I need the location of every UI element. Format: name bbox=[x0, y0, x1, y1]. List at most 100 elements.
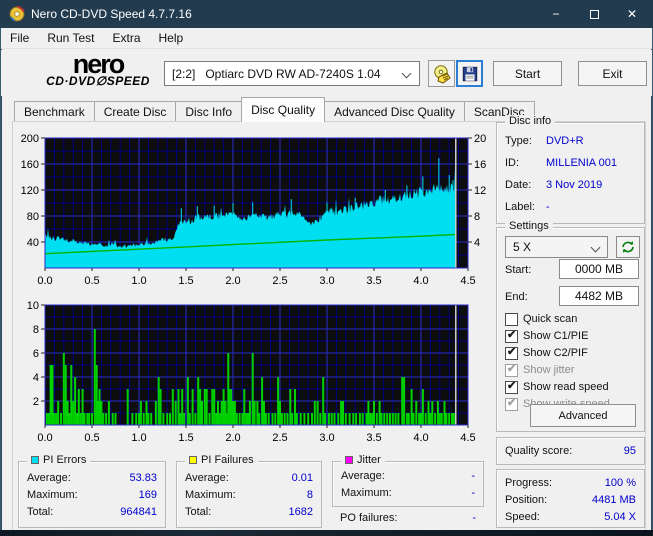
pi-errors-chart: 40 80 120 160 200 4 8 12 16 20 0.0 0.5 1.0 1.5 2.0 2.5 3… bbox=[21, 133, 487, 287]
start-position-field[interactable] bbox=[559, 259, 639, 279]
maximize-button[interactable] bbox=[575, 0, 613, 28]
save-icon bbox=[462, 66, 477, 81]
quality-score-box: Quality score: 95 bbox=[496, 437, 645, 465]
refresh-button[interactable] bbox=[616, 236, 640, 258]
speed-label: Speed: bbox=[505, 511, 540, 523]
eject-disc-button[interactable] bbox=[428, 60, 455, 87]
tab-disc-info[interactable]: Disc Info bbox=[175, 101, 243, 122]
disc-date-label: Date: bbox=[505, 179, 532, 191]
save-button[interactable] bbox=[456, 60, 483, 87]
speed-selector[interactable]: 5 X bbox=[505, 236, 608, 258]
toolbar: nero CD·DVD∅SPEED [2:2] Optiarc DVD RW A… bbox=[1, 50, 652, 96]
checkbox-show-c1-pie[interactable]: ✔ Show C1/PIE bbox=[505, 329, 588, 343]
pi-errors-maximum: 169 bbox=[138, 489, 157, 501]
svg-text:0.5: 0.5 bbox=[84, 275, 99, 287]
progress-label: Progress: bbox=[505, 477, 553, 489]
position-label: Position: bbox=[505, 494, 548, 506]
quality-score-value: 95 bbox=[623, 445, 636, 457]
svg-text:12: 12 bbox=[474, 185, 486, 197]
svg-text:2: 2 bbox=[33, 396, 39, 408]
advanced-button[interactable]: Advanced bbox=[530, 404, 636, 427]
svg-text:2.5: 2.5 bbox=[272, 275, 287, 287]
menu-help[interactable]: Help bbox=[150, 29, 193, 47]
svg-text:120: 120 bbox=[21, 185, 39, 197]
disc-info-group: Disc info Type: DVD+R ID: MILLENIA 001 Dat… bbox=[496, 115, 645, 224]
svg-text:1.0: 1.0 bbox=[131, 275, 146, 287]
checkbox-icon: ✔ bbox=[505, 345, 518, 360]
start-button[interactable]: Start bbox=[493, 61, 562, 86]
disc-type-label: Type: bbox=[505, 135, 532, 147]
svg-text:20: 20 bbox=[474, 133, 486, 145]
disc-hand-icon bbox=[433, 64, 451, 84]
pi-failures-title: PI Failures bbox=[201, 454, 254, 466]
tab-advanced-disc-quality[interactable]: Advanced Disc Quality bbox=[324, 101, 465, 122]
pi-failures-total: 1682 bbox=[288, 506, 313, 518]
jitter-stats-box: Jitter Average: - Maximum: - bbox=[332, 454, 484, 507]
svg-text:4.5: 4.5 bbox=[460, 275, 475, 287]
drive-selector[interactable]: [2:2] Optiarc DVD RW AD-7240S 1.04 bbox=[164, 61, 420, 86]
menu-bar: File Run Test Extra Help bbox=[1, 28, 652, 49]
tab-create-disc[interactable]: Create Disc bbox=[93, 101, 177, 122]
tab-benchmark[interactable]: Benchmark bbox=[14, 101, 95, 122]
checkbox-icon bbox=[505, 312, 518, 326]
title-bar: Nero CD-DVD Speed 4.7.7.16 − ✕ bbox=[0, 0, 653, 28]
pi-failures-legend-icon bbox=[189, 456, 197, 464]
pi-errors-total: 964841 bbox=[120, 506, 157, 518]
svg-text:2.0: 2.0 bbox=[225, 432, 240, 444]
svg-text:4: 4 bbox=[474, 237, 480, 249]
disc-date-value: 3 Nov 2019 bbox=[546, 179, 603, 191]
svg-text:3.5: 3.5 bbox=[366, 275, 381, 287]
app-icon bbox=[9, 6, 25, 22]
jitter-maximum: - bbox=[471, 487, 475, 499]
disc-id-label: ID: bbox=[505, 157, 520, 169]
jitter-average: - bbox=[471, 470, 475, 482]
tab-disc-quality[interactable]: Disc Quality bbox=[241, 97, 326, 122]
svg-text:3.5: 3.5 bbox=[366, 432, 381, 444]
progress-value: 100 % bbox=[604, 477, 636, 489]
disc-label-value: - bbox=[546, 201, 550, 213]
window-title: Nero CD-DVD Speed 4.7.7.16 bbox=[31, 7, 192, 21]
jitter-legend-icon bbox=[345, 456, 353, 464]
chevron-down-icon bbox=[590, 242, 601, 253]
disc-info-title: Disc info bbox=[505, 115, 556, 127]
end-position-label: End: bbox=[505, 291, 528, 303]
pi-failures-chart: 2 4 6 8 10 0.0 0.5 1.0 1.5 2.0 2.5 3.0 3.5 4.0 4.5 bbox=[27, 300, 476, 444]
menu-file[interactable]: File bbox=[1, 29, 38, 47]
svg-text:80: 80 bbox=[27, 211, 39, 223]
svg-text:4.0: 4.0 bbox=[413, 432, 428, 444]
checkbox-icon: ✔ bbox=[505, 328, 518, 343]
nero-logo: nero CD·DVD∅SPEED bbox=[46, 49, 150, 88]
settings-group: Settings 5 X Start: End: Quick scan ✔Sho… bbox=[496, 220, 645, 432]
svg-text:40: 40 bbox=[27, 237, 39, 249]
svg-text:0.0: 0.0 bbox=[37, 275, 52, 287]
svg-text:3.0: 3.0 bbox=[319, 275, 334, 287]
po-failures-label: PO failures: bbox=[340, 512, 398, 524]
svg-text:200: 200 bbox=[21, 133, 39, 145]
checkbox-show-read-speed[interactable]: ✔ Show read speed bbox=[505, 380, 609, 394]
menu-extra[interactable]: Extra bbox=[103, 29, 149, 47]
svg-text:8: 8 bbox=[474, 211, 480, 223]
maximize-icon bbox=[589, 9, 599, 19]
pi-errors-stats-box: PI Errors Average: 53.83 Maximum: 169 Tota… bbox=[18, 454, 166, 528]
checkbox-show-jitter: ✔ Show jitter bbox=[505, 362, 575, 377]
exit-button[interactable]: Exit bbox=[578, 61, 647, 86]
menu-run-test[interactable]: Run Test bbox=[38, 29, 103, 47]
disc-label-label: Label: bbox=[505, 201, 535, 213]
checkbox-show-c2-pif[interactable]: ✔ Show C2/PIF bbox=[505, 346, 588, 360]
svg-text:4.5: 4.5 bbox=[460, 432, 475, 444]
svg-text:1.5: 1.5 bbox=[178, 432, 193, 444]
svg-text:1.5: 1.5 bbox=[178, 275, 193, 287]
minimize-button[interactable]: − bbox=[537, 0, 575, 28]
pi-failures-stats-box: PI Failures Average: 0.01 Maximum: 8 Total… bbox=[176, 454, 322, 528]
app-window: Nero CD-DVD Speed 4.7.7.16 − ✕ File Run … bbox=[0, 0, 653, 536]
checkbox-icon: ✔ bbox=[505, 379, 518, 394]
window-bottom-edge bbox=[0, 530, 653, 536]
refresh-icon bbox=[622, 241, 634, 253]
close-button[interactable]: ✕ bbox=[613, 0, 651, 28]
end-position-field[interactable] bbox=[559, 286, 639, 306]
jitter-title: Jitter bbox=[357, 454, 381, 466]
checkbox-quick-scan[interactable]: Quick scan bbox=[505, 312, 577, 326]
svg-text:4: 4 bbox=[33, 372, 39, 384]
disc-type-value: DVD+R bbox=[546, 135, 584, 147]
settings-title: Settings bbox=[505, 220, 553, 232]
